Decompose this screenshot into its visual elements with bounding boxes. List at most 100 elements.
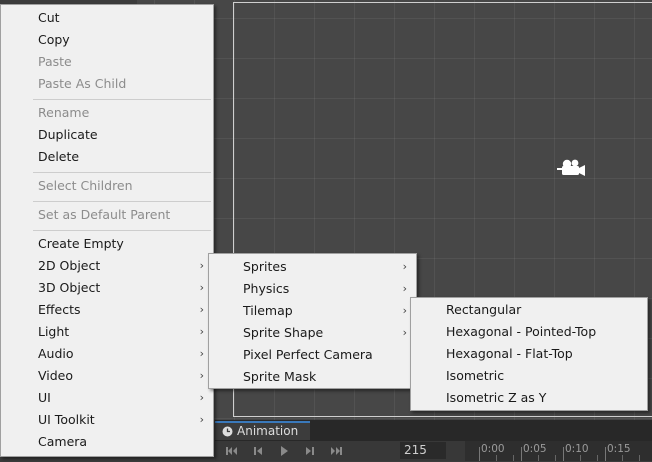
menu-item-delete[interactable]: Delete [1, 146, 213, 168]
menu-item-label: Audio [38, 346, 74, 361]
play-icon [281, 446, 288, 456]
first-keyframe-button[interactable] [221, 443, 243, 459]
chevron-right-icon: › [199, 347, 204, 360]
menu-item-3d-object[interactable]: 3D Object › [1, 277, 213, 299]
menu-item-select-children[interactable]: Select Children [1, 175, 213, 197]
menu-separator [33, 99, 211, 100]
minor-tick [513, 455, 514, 461]
menu-item-set-default-parent[interactable]: Set as Default Parent [1, 204, 213, 226]
minor-tick [580, 455, 581, 461]
chevron-right-icon: › [402, 326, 407, 339]
menu-item-label: Set as Default Parent [38, 207, 171, 222]
animation-toolbar: 215 0:00 0:05 0:10 0:15 [215, 441, 652, 461]
submenu-item-isometric[interactable]: Isometric [411, 365, 647, 387]
chevron-right-icon: › [199, 325, 204, 338]
menu-item-label: 2D Object [38, 258, 101, 273]
chevron-right-icon: › [199, 369, 204, 382]
chevron-right-icon: › [199, 413, 204, 426]
skip-last-icon [331, 447, 342, 455]
menu-item-duplicate[interactable]: Duplicate [1, 124, 213, 146]
menu-item-label: Sprites [243, 259, 287, 274]
menu-item-label: Rectangular [446, 302, 522, 317]
chevron-right-icon: › [402, 260, 407, 273]
previous-keyframe-button[interactable] [247, 443, 269, 459]
submenu-item-sprite-mask[interactable]: Sprite Mask [209, 366, 416, 388]
chevron-right-icon: › [199, 391, 204, 404]
clock-icon [222, 426, 233, 437]
minor-tick [597, 455, 598, 461]
menu-item-label: Paste [38, 54, 72, 69]
minor-tick [555, 455, 556, 461]
tick-label: 0:05 [523, 443, 547, 455]
tick-line [563, 447, 564, 461]
step-back-icon [254, 447, 262, 455]
step-forward-icon [306, 447, 314, 455]
skip-first-icon [226, 447, 237, 455]
menu-item-rename[interactable]: Rename [1, 102, 213, 124]
play-button[interactable] [273, 443, 295, 459]
submenu-tilemap: Rectangular Hexagonal - Pointed-Top Hexa… [410, 297, 648, 411]
menu-item-label: Video [38, 368, 74, 383]
menu-item-label: 3D Object [38, 280, 101, 295]
submenu-item-sprite-shape[interactable]: Sprite Shape › [209, 322, 416, 344]
chevron-right-icon: › [402, 282, 407, 295]
menu-item-label: Light [38, 324, 70, 339]
chevron-right-icon: › [199, 281, 204, 294]
menu-item-ui[interactable]: UI › [1, 387, 213, 409]
tick-label: 0:10 [565, 443, 589, 455]
menu-item-label: Delete [38, 149, 80, 164]
menu-item-label: Sprite Mask [243, 369, 317, 384]
menu-item-label: Create Empty [38, 236, 124, 251]
tab-animation[interactable]: Animation [215, 421, 310, 440]
frame-field[interactable]: 215 [400, 442, 446, 459]
menu-item-label: Sprite Shape [243, 325, 324, 340]
menu-item-copy[interactable]: Copy [1, 29, 213, 51]
menu-separator [33, 230, 211, 231]
menu-item-ui-toolkit[interactable]: UI Toolkit › [1, 409, 213, 431]
menu-item-label: Physics [243, 281, 290, 296]
menu-item-create-empty[interactable]: Create Empty [1, 233, 213, 255]
tab-animation-label: Animation [237, 424, 299, 438]
menu-item-label: Effects [38, 302, 81, 317]
menu-item-effects[interactable]: Effects › [1, 299, 213, 321]
menu-item-label: Copy [38, 32, 70, 47]
menu-item-audio[interactable]: Audio › [1, 343, 213, 365]
menu-separator [33, 172, 211, 173]
submenu-item-tilemap[interactable]: Tilemap › [209, 300, 416, 322]
chevron-right-icon: › [199, 303, 204, 316]
menu-item-cut[interactable]: Cut [1, 7, 213, 29]
menu-item-2d-object[interactable]: 2D Object › [1, 255, 213, 277]
submenu-item-hexagonal-pointed-top[interactable]: Hexagonal - Pointed-Top [411, 321, 647, 343]
tick-label: 0:00 [481, 443, 505, 455]
menu-item-video[interactable]: Video › [1, 365, 213, 387]
submenu-item-rectangular[interactable]: Rectangular [411, 299, 647, 321]
menu-item-label: Isometric [446, 368, 505, 383]
menu-item-paste-as-child[interactable]: Paste As Child [1, 73, 213, 95]
minor-tick [496, 455, 497, 461]
last-keyframe-button[interactable] [325, 443, 347, 459]
chevron-right-icon: › [402, 304, 407, 317]
menu-item-paste[interactable]: Paste [1, 51, 213, 73]
submenu-item-physics[interactable]: Physics › [209, 278, 416, 300]
menu-item-label: Select Children [38, 178, 133, 193]
next-keyframe-button[interactable] [299, 443, 321, 459]
animation-panel: Animation 215 0:00 0:05 0:10 0:15 [215, 420, 652, 461]
minor-tick [538, 455, 539, 461]
minor-tick [639, 455, 640, 461]
camera-icon[interactable] [557, 157, 589, 181]
submenu-item-sprites[interactable]: Sprites › [209, 256, 416, 278]
tick-line [479, 447, 480, 461]
menu-item-label: Isometric Z as Y [446, 390, 547, 405]
timeline-ruler[interactable]: 0:00 0:05 0:10 0:15 [465, 441, 652, 461]
submenu-item-isometric-z-as-y[interactable]: Isometric Z as Y [411, 387, 647, 409]
menu-item-camera[interactable]: Camera [1, 431, 213, 453]
menu-item-label: Hexagonal - Pointed-Top [446, 324, 597, 339]
chevron-right-icon: › [199, 259, 204, 272]
menu-item-label: Hexagonal - Flat-Top [446, 346, 573, 361]
tick-line [605, 447, 606, 461]
submenu-item-hexagonal-flat-top[interactable]: Hexagonal - Flat-Top [411, 343, 647, 365]
menu-item-label: Tilemap [243, 303, 293, 318]
menu-item-light[interactable]: Light › [1, 321, 213, 343]
menu-item-label: Paste As Child [38, 76, 127, 91]
submenu-item-pixel-perfect-camera[interactable]: Pixel Perfect Camera [209, 344, 416, 366]
